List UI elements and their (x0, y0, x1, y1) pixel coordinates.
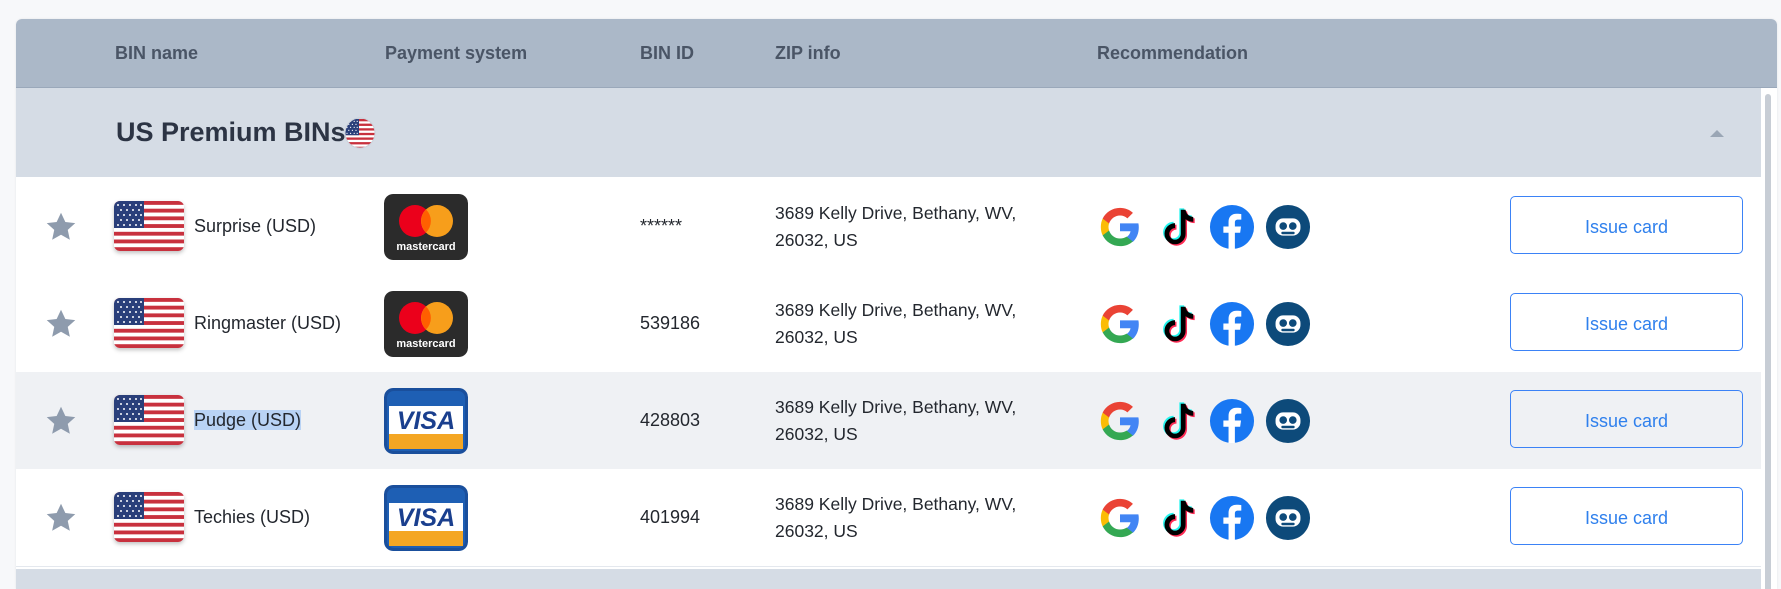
mastercard-icon (384, 194, 468, 260)
issue-card-button[interactable]: Issue card (1510, 196, 1743, 254)
table-row[interactable]: Techies (USD) 401994 3689 Kelly Drive, Bet… (16, 469, 1761, 567)
recommendation-icons (1097, 398, 1311, 444)
star-icon[interactable] (43, 209, 79, 245)
scrollbar[interactable] (1765, 94, 1771, 589)
us-flag-icon (114, 395, 184, 445)
group-title: US Premium BINs (116, 117, 346, 147)
tiktok-icon (1153, 301, 1199, 347)
bin-name: Techies (USD) (194, 507, 311, 527)
issue-card-button[interactable]: Issue card (1510, 487, 1743, 545)
facebook-icon (1209, 301, 1255, 347)
google-icon (1097, 204, 1143, 250)
us-flag-icon (114, 201, 184, 251)
bin-id: 428803 (640, 410, 701, 430)
issue-card-button[interactable]: Issue card (1510, 390, 1743, 448)
visa-icon (384, 388, 468, 454)
bin-name: Surprise (USD) (194, 216, 317, 236)
bin-id: 401994 (640, 507, 701, 527)
zip-line-2: 26032, US (775, 424, 858, 444)
us-flag-icon (344, 117, 376, 149)
zip-line-1: 3689 Kelly Drive, Bethany, WV, (775, 300, 1017, 320)
column-header-payment-system[interactable]: Payment system (385, 19, 527, 87)
zip-line-1: 3689 Kelly Drive, Bethany, WV, (775, 203, 1017, 223)
visa-icon (384, 485, 468, 551)
google-icon (1097, 301, 1143, 347)
table-row[interactable]: Pudge (USD) 428803 3689 Kelly Drive, Betha… (16, 372, 1761, 470)
google-icon (1097, 398, 1143, 444)
bin-name: Ringmaster (USD) (194, 313, 342, 333)
us-flag-icon (114, 492, 184, 542)
zip-info: 3689 Kelly Drive, Bethany, WV, 26032, US (775, 394, 1055, 448)
facebook-icon (1209, 204, 1255, 250)
google-icon (1097, 495, 1143, 541)
tiktok-icon (1153, 398, 1199, 444)
zip-info: 3689 Kelly Drive, Bethany, WV, 26032, US (775, 491, 1055, 545)
robot-icon (1265, 204, 1311, 250)
tiktok-icon (1153, 495, 1199, 541)
column-header-recommendation[interactable]: Recommendation (1097, 19, 1248, 87)
robot-icon (1265, 495, 1311, 541)
star-icon[interactable] (43, 403, 79, 439)
bin-table: BIN name Payment system BIN ID ZIP info … (16, 19, 1777, 589)
issue-card-button[interactable]: Issue card (1510, 293, 1743, 351)
zip-line-1: 3689 Kelly Drive, Bethany, WV, (775, 397, 1017, 417)
recommendation-icons (1097, 495, 1311, 541)
zip-info: 3689 Kelly Drive, Bethany, WV, 26032, US (775, 297, 1055, 351)
zip-line-1: 3689 Kelly Drive, Bethany, WV, (775, 494, 1017, 514)
group-header-us-premium[interactable]: US Premium BINs (16, 88, 1761, 177)
star-icon[interactable] (43, 306, 79, 342)
caret-up-icon[interactable] (1710, 130, 1724, 137)
column-header-bin-id[interactable]: BIN ID (640, 19, 694, 87)
facebook-icon (1209, 398, 1255, 444)
recommendation-icons (1097, 204, 1311, 250)
zip-line-2: 26032, US (775, 521, 858, 541)
table-row[interactable]: Ringmaster (USD) 539186 3689 Kelly Drive, … (16, 275, 1761, 373)
zip-line-2: 26032, US (775, 327, 858, 347)
column-header-bin-name[interactable]: BIN name (115, 19, 198, 87)
next-group-strip (16, 569, 1761, 589)
star-icon[interactable] (43, 500, 79, 536)
bin-name: Pudge (USD) (194, 410, 302, 430)
zip-info: 3689 Kelly Drive, Bethany, WV, 26032, US (775, 200, 1055, 254)
column-header-zip-info[interactable]: ZIP info (775, 19, 841, 87)
bin-id: ****** (640, 216, 683, 236)
mastercard-icon (384, 291, 468, 357)
robot-icon (1265, 301, 1311, 347)
tiktok-icon (1153, 204, 1199, 250)
us-flag-icon (114, 298, 184, 348)
robot-icon (1265, 398, 1311, 444)
table-row[interactable]: Surprise (USD) ****** 3689 Kelly Drive, Be… (16, 178, 1761, 276)
bin-id: 539186 (640, 313, 701, 333)
facebook-icon (1209, 495, 1255, 541)
table-header: BIN name Payment system BIN ID ZIP info … (16, 19, 1777, 88)
recommendation-icons (1097, 301, 1311, 347)
zip-line-2: 26032, US (775, 230, 858, 250)
